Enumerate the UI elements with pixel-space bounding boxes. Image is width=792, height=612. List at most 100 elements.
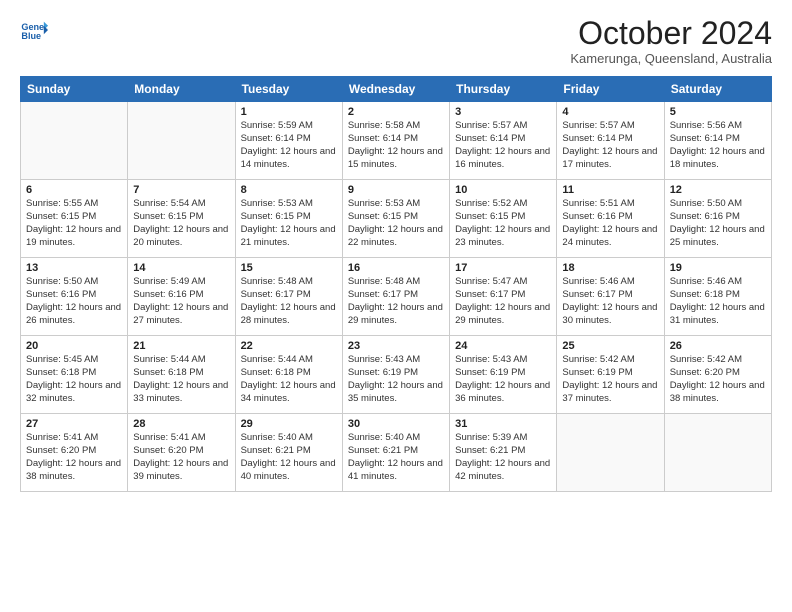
col-sunday: Sunday: [21, 77, 128, 102]
day-info: Sunrise: 5:40 AM Sunset: 6:21 PM Dayligh…: [241, 432, 337, 483]
day-info: Sunrise: 5:43 AM Sunset: 6:19 PM Dayligh…: [348, 354, 444, 405]
day-cell: 1 Sunrise: 5:59 AM Sunset: 6:14 PM Daylig…: [235, 102, 342, 180]
day-number: 27: [26, 418, 122, 430]
day-cell: 21Sunrise: 5:44 AM Sunset: 6:18 PM Dayli…: [128, 336, 235, 414]
day-info: Sunrise: 5:40 AM Sunset: 6:21 PM Dayligh…: [348, 432, 444, 483]
day-info: Sunrise: 5:48 AM Sunset: 6:17 PM Dayligh…: [348, 276, 444, 327]
day-number: 18: [562, 262, 658, 274]
day-cell: 30 Sunrise: 5:40 AM Sunset: 6:21 PM Dayli…: [342, 414, 449, 492]
day-number: 15: [241, 262, 337, 274]
day-number: 9: [348, 184, 444, 196]
title-block: October 2024 Kamerunga, Queensland, Aust…: [570, 16, 772, 66]
day-cell: 7 Sunrise: 5:54 AM Sunset: 6:15 PM Daylig…: [128, 180, 235, 258]
day-cell: 26 Sunrise: 5:42 AM Sunset: 6:20 PM Dayli…: [664, 336, 771, 414]
day-info: Sunrise: 5:53 AM Sunset: 6:15 PM Dayligh…: [348, 198, 444, 249]
week-row-1: 1 Sunrise: 5:59 AM Sunset: 6:14 PM Daylig…: [21, 102, 772, 180]
day-number: 1: [241, 106, 337, 118]
day-info: Sunrise: 5:46 AM Sunset: 6:17 PM Dayligh…: [562, 276, 658, 327]
col-friday: Friday: [557, 77, 664, 102]
day-number: 7: [133, 184, 229, 196]
col-thursday: Thursday: [450, 77, 557, 102]
day-cell: 12 Sunrise: 5:50 AM Sunset: 6:16 PM Dayli…: [664, 180, 771, 258]
day-cell: 10 Sunrise: 5:52 AM Sunset: 6:15 PM Dayli…: [450, 180, 557, 258]
day-info: Sunrise: 5:44 AM Sunset: 6:18 PM Dayligh…: [133, 354, 229, 405]
day-cell: 29 Sunrise: 5:40 AM Sunset: 6:21 PM Dayli…: [235, 414, 342, 492]
day-info: Sunrise: 5:39 AM Sunset: 6:21 PM Dayligh…: [455, 432, 551, 483]
col-wednesday: Wednesday: [342, 77, 449, 102]
day-info: Sunrise: 5:59 AM Sunset: 6:14 PM Dayligh…: [241, 120, 337, 171]
day-info: Sunrise: 5:47 AM Sunset: 6:17 PM Dayligh…: [455, 276, 551, 327]
day-cell: 8Sunrise: 5:53 AM Sunset: 6:15 PM Daylig…: [235, 180, 342, 258]
day-cell: 2 Sunrise: 5:58 AM Sunset: 6:14 PM Daylig…: [342, 102, 449, 180]
day-cell: 17 Sunrise: 5:47 AM Sunset: 6:17 PM Dayli…: [450, 258, 557, 336]
day-cell: [557, 414, 664, 492]
day-info: Sunrise: 5:46 AM Sunset: 6:18 PM Dayligh…: [670, 276, 766, 327]
col-saturday: Saturday: [664, 77, 771, 102]
day-info: Sunrise: 5:54 AM Sunset: 6:15 PM Dayligh…: [133, 198, 229, 249]
day-cell: 25Sunrise: 5:42 AM Sunset: 6:19 PM Dayli…: [557, 336, 664, 414]
month-title: October 2024: [570, 16, 772, 51]
col-tuesday: Tuesday: [235, 77, 342, 102]
day-info: Sunrise: 5:42 AM Sunset: 6:20 PM Dayligh…: [670, 354, 766, 405]
day-cell: 27 Sunrise: 5:41 AM Sunset: 6:20 PM Dayli…: [21, 414, 128, 492]
day-number: 20: [26, 340, 122, 352]
day-cell: 28 Sunrise: 5:41 AM Sunset: 6:20 PM Dayli…: [128, 414, 235, 492]
day-number: 22: [241, 340, 337, 352]
day-info: Sunrise: 5:57 AM Sunset: 6:14 PM Dayligh…: [455, 120, 551, 171]
day-number: 10: [455, 184, 551, 196]
day-info: Sunrise: 5:45 AM Sunset: 6:18 PM Dayligh…: [26, 354, 122, 405]
day-cell: 5Sunrise: 5:56 AM Sunset: 6:14 PM Daylig…: [664, 102, 771, 180]
day-cell: 20 Sunrise: 5:45 AM Sunset: 6:18 PM Dayli…: [21, 336, 128, 414]
day-info: Sunrise: 5:56 AM Sunset: 6:14 PM Dayligh…: [670, 120, 766, 171]
day-info: Sunrise: 5:49 AM Sunset: 6:16 PM Dayligh…: [133, 276, 229, 327]
week-row-5: 27 Sunrise: 5:41 AM Sunset: 6:20 PM Dayli…: [21, 414, 772, 492]
day-number: 16: [348, 262, 444, 274]
day-number: 4: [562, 106, 658, 118]
day-number: 28: [133, 418, 229, 430]
day-number: 31: [455, 418, 551, 430]
day-cell: 9 Sunrise: 5:53 AM Sunset: 6:15 PM Daylig…: [342, 180, 449, 258]
week-row-2: 6Sunrise: 5:55 AM Sunset: 6:15 PM Daylig…: [21, 180, 772, 258]
calendar-body: 1 Sunrise: 5:59 AM Sunset: 6:14 PM Daylig…: [21, 102, 772, 492]
day-number: 24: [455, 340, 551, 352]
day-number: 2: [348, 106, 444, 118]
day-number: 17: [455, 262, 551, 274]
day-cell: 15Sunrise: 5:48 AM Sunset: 6:17 PM Dayli…: [235, 258, 342, 336]
day-info: Sunrise: 5:41 AM Sunset: 6:20 PM Dayligh…: [26, 432, 122, 483]
day-number: 12: [670, 184, 766, 196]
header-row: Sunday Monday Tuesday Wednesday Thursday…: [21, 77, 772, 102]
day-cell: 11Sunrise: 5:51 AM Sunset: 6:16 PM Dayli…: [557, 180, 664, 258]
day-info: Sunrise: 5:42 AM Sunset: 6:19 PM Dayligh…: [562, 354, 658, 405]
page: General Blue October 2024 Kamerunga, Que…: [0, 0, 792, 612]
calendar-table: Sunday Monday Tuesday Wednesday Thursday…: [20, 76, 772, 492]
subtitle: Kamerunga, Queensland, Australia: [570, 51, 772, 66]
day-number: 13: [26, 262, 122, 274]
day-info: Sunrise: 5:41 AM Sunset: 6:20 PM Dayligh…: [133, 432, 229, 483]
day-cell: 14Sunrise: 5:49 AM Sunset: 6:16 PM Dayli…: [128, 258, 235, 336]
day-info: Sunrise: 5:43 AM Sunset: 6:19 PM Dayligh…: [455, 354, 551, 405]
day-cell: 13 Sunrise: 5:50 AM Sunset: 6:16 PM Dayli…: [21, 258, 128, 336]
day-number: 23: [348, 340, 444, 352]
day-info: Sunrise: 5:50 AM Sunset: 6:16 PM Dayligh…: [670, 198, 766, 249]
day-info: Sunrise: 5:50 AM Sunset: 6:16 PM Dayligh…: [26, 276, 122, 327]
day-info: Sunrise: 5:57 AM Sunset: 6:14 PM Dayligh…: [562, 120, 658, 171]
day-number: 26: [670, 340, 766, 352]
day-info: Sunrise: 5:58 AM Sunset: 6:14 PM Dayligh…: [348, 120, 444, 171]
col-monday: Monday: [128, 77, 235, 102]
day-cell: [664, 414, 771, 492]
day-info: Sunrise: 5:44 AM Sunset: 6:18 PM Dayligh…: [241, 354, 337, 405]
general-blue-logo-icon: General Blue: [20, 16, 48, 44]
day-number: 6: [26, 184, 122, 196]
day-info: Sunrise: 5:51 AM Sunset: 6:16 PM Dayligh…: [562, 198, 658, 249]
day-cell: [128, 102, 235, 180]
day-number: 29: [241, 418, 337, 430]
svg-text:Blue: Blue: [21, 31, 41, 41]
header: General Blue October 2024 Kamerunga, Que…: [20, 16, 772, 66]
day-info: Sunrise: 5:52 AM Sunset: 6:15 PM Dayligh…: [455, 198, 551, 249]
day-cell: 6Sunrise: 5:55 AM Sunset: 6:15 PM Daylig…: [21, 180, 128, 258]
day-cell: 16 Sunrise: 5:48 AM Sunset: 6:17 PM Dayli…: [342, 258, 449, 336]
day-cell: 22 Sunrise: 5:44 AM Sunset: 6:18 PM Dayli…: [235, 336, 342, 414]
day-info: Sunrise: 5:53 AM Sunset: 6:15 PM Dayligh…: [241, 198, 337, 249]
day-number: 30: [348, 418, 444, 430]
day-cell: 18 Sunrise: 5:46 AM Sunset: 6:17 PM Dayli…: [557, 258, 664, 336]
